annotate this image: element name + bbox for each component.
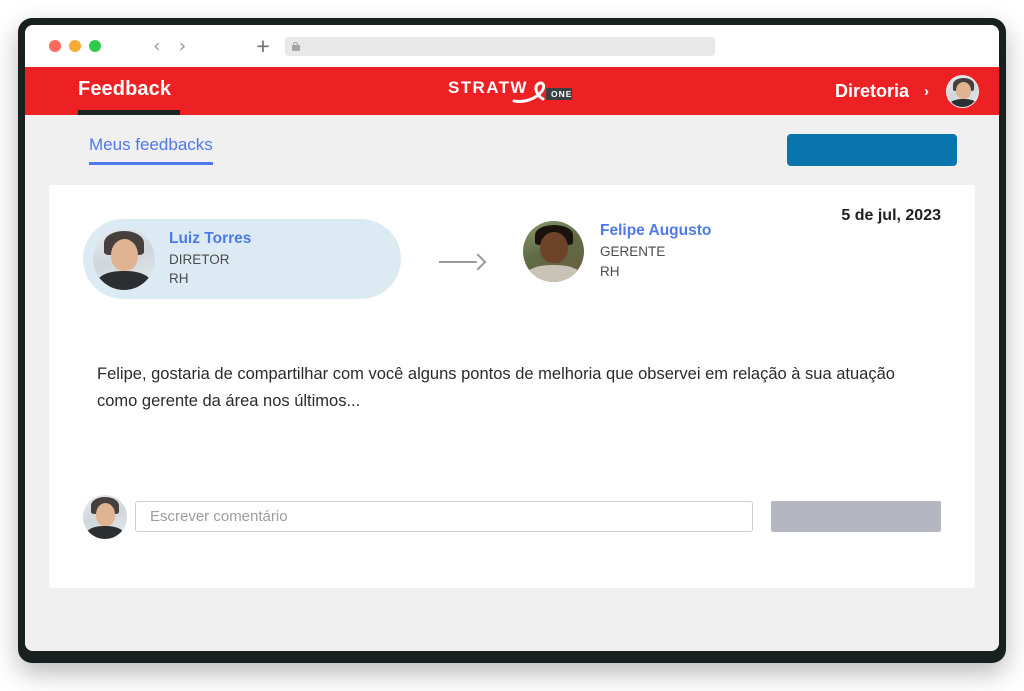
feedback-receiver[interactable]: Felipe Augusto GERENTE RH: [523, 219, 711, 282]
receiver-role: GERENTE: [600, 244, 666, 260]
address-bar[interactable]: [284, 36, 715, 56]
comment-composer: [83, 494, 941, 539]
content-toolbar: Meus feedbacks: [49, 115, 975, 185]
receiver-name: Felipe Augusto: [600, 222, 712, 240]
user-avatar[interactable]: [946, 74, 979, 108]
browser-window-content: ‹ › + Feedback STRATW ONE Diretoria › Me…: [25, 25, 999, 651]
back-arrow-icon[interactable]: ‹: [153, 36, 161, 56]
svg-text:ONE: ONE: [551, 89, 572, 99]
sender-name: Luiz Torres: [169, 229, 252, 247]
browser-window: ‹ › + Feedback STRATW ONE Diretoria › Me…: [18, 18, 1006, 663]
send-comment-button[interactable]: [771, 501, 941, 532]
page-body: Meus feedbacks Luiz Torres DIRETOR RH Fe…: [25, 115, 999, 651]
minimize-window-icon[interactable]: [69, 40, 81, 52]
feedback-card: Luiz Torres DIRETOR RH Felipe Augusto GE…: [49, 185, 975, 588]
comment-author-avatar: [83, 494, 127, 539]
app-header: Feedback STRATW ONE Diretoria ›: [25, 67, 999, 115]
comment-input[interactable]: [135, 501, 753, 532]
arrow-right-icon: [439, 253, 487, 271]
sender-info: Luiz Torres DIRETOR RH: [169, 229, 251, 289]
receiver-info: Felipe Augusto GERENTE RH: [600, 221, 711, 281]
receiver-department: RH: [600, 263, 620, 279]
feedback-body-text: Felipe, gostaria de compartilhar com voc…: [97, 365, 895, 410]
sender-role: DIRETOR: [169, 251, 230, 267]
primary-action-button[interactable]: [787, 134, 957, 166]
lock-icon: [291, 41, 300, 51]
chevron-right-icon[interactable]: ›: [924, 83, 929, 100]
sender-department: RH: [169, 271, 189, 287]
window-controls: [49, 40, 101, 52]
header-right-group: Diretoria ›: [835, 74, 979, 108]
feedback-sender[interactable]: Luiz Torres DIRETOR RH: [83, 219, 401, 299]
receiver-avatar: [523, 221, 584, 282]
feedback-date: 5 de jul, 2023: [841, 207, 941, 224]
new-tab-icon[interactable]: +: [256, 34, 269, 58]
browser-navigation: ‹ ›: [153, 36, 187, 56]
close-window-icon[interactable]: [49, 40, 61, 52]
sender-avatar: [93, 228, 155, 290]
stratws-one-logo-icon: STRATW ONE: [448, 73, 576, 109]
tab-meus-feedbacks[interactable]: Meus feedbacks: [89, 135, 213, 165]
organization-name[interactable]: Diretoria: [835, 81, 909, 102]
forward-arrow-icon[interactable]: ›: [179, 36, 187, 56]
svg-text:STRATW: STRATW: [448, 78, 528, 97]
maximize-window-icon[interactable]: [89, 40, 101, 52]
page-title: Feedback: [78, 78, 172, 100]
feedback-participants: Luiz Torres DIRETOR RH Felipe Augusto GE…: [83, 207, 941, 299]
browser-toolbar: ‹ › +: [25, 25, 999, 67]
